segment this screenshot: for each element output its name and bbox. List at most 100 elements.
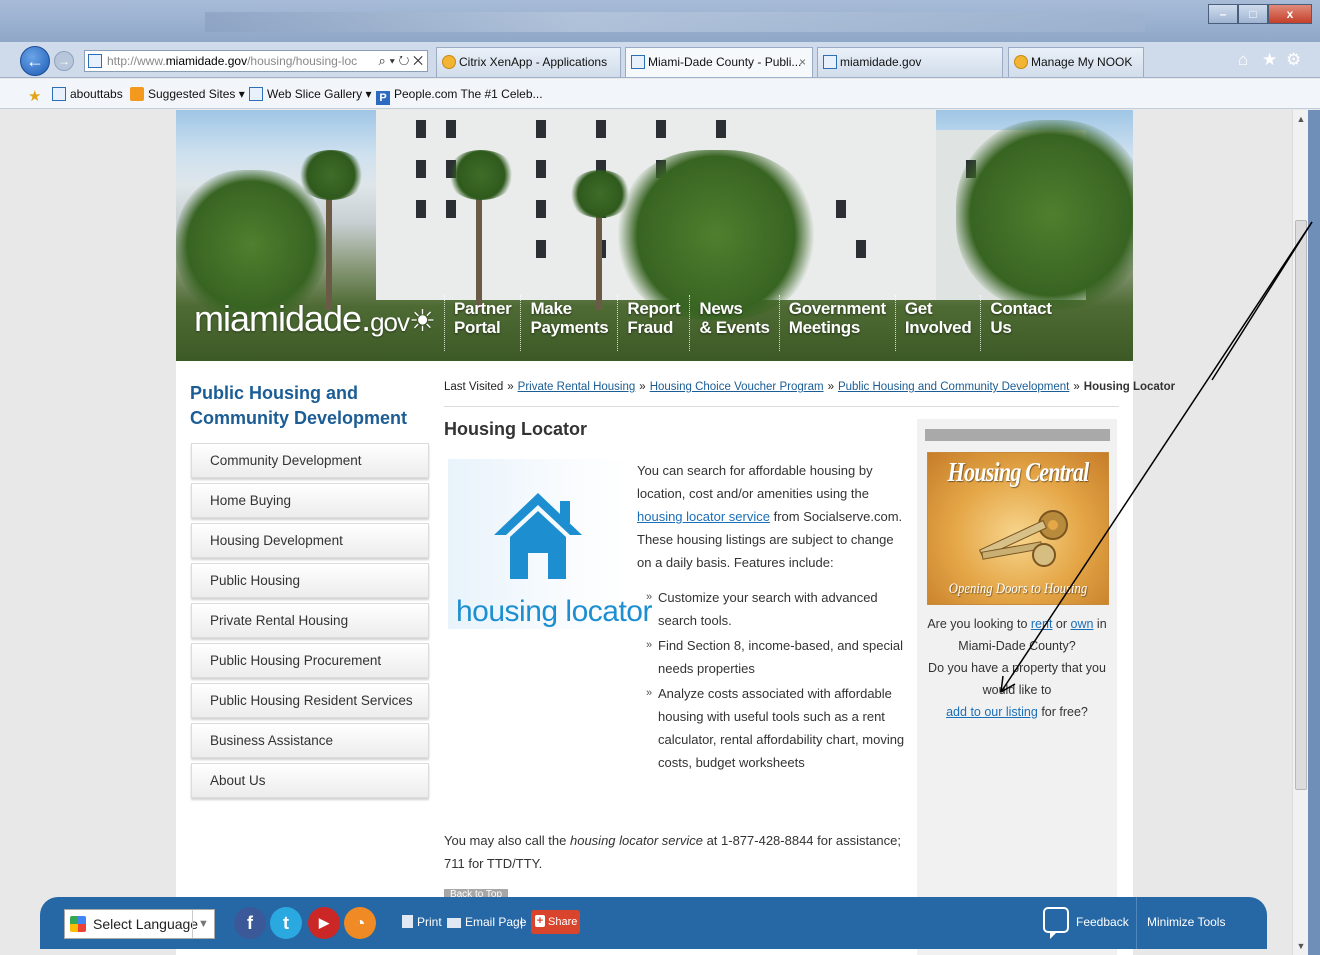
- facebook-icon[interactable]: f: [234, 907, 266, 939]
- maximize-button[interactable]: □: [1238, 4, 1268, 24]
- email-page-link[interactable]: Email Page: [447, 911, 526, 933]
- tools-divider-line: [1136, 897, 1137, 949]
- favorites-item-people[interactable]: P People.com The #1 Celeb...: [376, 79, 543, 109]
- favorites-item-suggested-sites[interactable]: Suggested Sites ▾: [130, 79, 245, 109]
- page-icon: [823, 55, 837, 69]
- tab-nook[interactable]: Manage My NOOK: [1008, 47, 1144, 77]
- window-titlebar: – □ x: [0, 0, 1320, 42]
- window-title: [205, 12, 1145, 32]
- tab-miamidade-gov[interactable]: miamidade.gov: [817, 47, 1003, 77]
- share-button[interactable]: Share: [531, 910, 580, 934]
- sidebar-item-business-assistance[interactable]: Business Assistance: [191, 723, 429, 758]
- page-icon: [88, 54, 102, 68]
- promo-header-bar: [925, 429, 1110, 441]
- rent-link[interactable]: rent: [1031, 617, 1053, 631]
- print-link[interactable]: Print: [402, 911, 442, 933]
- twitter-icon[interactable]: t: [270, 907, 302, 939]
- tab-citrix[interactable]: Citrix XenApp - Applications: [436, 47, 621, 77]
- tab-miami-dade[interactable]: Miami-Dade County - Publi... ×: [625, 47, 813, 77]
- sidebar-item-home-buying[interactable]: Home Buying: [191, 483, 429, 518]
- features-list: Customize your search with advanced sear…: [642, 586, 907, 776]
- favorites-bar: ★ abouttabs Suggested Sites ▾ Web Slice …: [0, 79, 1320, 109]
- favorites-icon[interactable]: ★: [1262, 50, 1277, 70]
- housing-central-banner[interactable]: Housing Central Opening Doors to Housing: [927, 452, 1109, 605]
- google-translate-icon: [70, 916, 86, 932]
- ie-icon: [442, 55, 456, 69]
- tools-divider: |: [520, 915, 524, 929]
- ie-icon: [249, 87, 263, 101]
- promo-text: Are you looking to rent or own in Miami-…: [927, 617, 1107, 719]
- breadcrumb-current: Housing Locator: [1083, 381, 1176, 393]
- promo-title: Housing Central: [947, 457, 1090, 487]
- home-icon[interactable]: ⌂: [1238, 50, 1248, 70]
- close-tab-icon[interactable]: ×: [799, 48, 806, 76]
- scrollbar-thumb[interactable]: [1295, 220, 1307, 790]
- address-controls[interactable]: ⌕ ▾ ↻ ✕: [374, 51, 423, 71]
- minimize-button[interactable]: –: [1208, 4, 1238, 24]
- add-favorite-icon[interactable]: ★: [28, 79, 45, 109]
- sidebar-title[interactable]: Public Housing and Community Development: [190, 381, 430, 431]
- sidebar-item-public-housing-procurement[interactable]: Public Housing Procurement: [191, 643, 429, 678]
- youtube-icon[interactable]: ▶: [308, 907, 340, 939]
- minimize-tools-button[interactable]: Minimize Tools: [1147, 911, 1225, 933]
- breadcrumb-prefix: Last Visited: [444, 381, 504, 393]
- nav-partner-portal[interactable]: Partner Portal: [444, 295, 520, 351]
- sidebar-item-about-us[interactable]: About Us: [191, 763, 429, 798]
- favorites-item-label: Web Slice Gallery ▾: [267, 87, 372, 101]
- breadcrumb-link-public-housing[interactable]: Public Housing and Community Development: [838, 381, 1069, 393]
- banner-image: miamidade.gov☀ Partner Portal Make Payment…: [176, 110, 1133, 361]
- site-logo[interactable]: miamidade.gov☀: [194, 298, 436, 340]
- scroll-down-icon[interactable]: ▼: [1293, 941, 1309, 951]
- breadcrumb-link-voucher-program[interactable]: Housing Choice Voucher Program: [650, 381, 824, 393]
- sidebar-item-private-rental-housing[interactable]: Private Rental Housing: [191, 603, 429, 638]
- sidebar-item-public-housing[interactable]: Public Housing: [191, 563, 429, 598]
- window-controls: – □ x: [1208, 4, 1312, 24]
- housing-locator-logo-text: housing locator: [456, 595, 652, 628]
- breadcrumb-link-private-rental[interactable]: Private Rental Housing: [518, 381, 636, 393]
- housing-locator-service-link[interactable]: housing locator service: [637, 509, 770, 524]
- address-bar[interactable]: http://www.miamidade.gov/housing/housing…: [84, 50, 428, 72]
- sidebar-item-community-development[interactable]: Community Development: [191, 443, 429, 478]
- email-icon: [447, 918, 461, 928]
- nav-make-payments[interactable]: Make Payments: [520, 295, 617, 351]
- nav-get-involved[interactable]: Get Involved: [894, 295, 981, 351]
- sidebar-item-housing-development[interactable]: Housing Development: [191, 523, 429, 558]
- vertical-scrollbar[interactable]: ▲ ▼: [1292, 110, 1308, 955]
- keys-icon: [978, 510, 1068, 567]
- favorites-item-abouttabs[interactable]: abouttabs: [52, 79, 123, 109]
- rss-icon[interactable]: ◔: [344, 907, 376, 939]
- browser-navigation-row: ← → http://www.miamidade.gov/housing/hou…: [0, 42, 1320, 78]
- feedback-link[interactable]: Feedback: [1076, 911, 1129, 933]
- nav-news-events[interactable]: News & Events: [689, 295, 778, 351]
- sidebar-item-resident-services[interactable]: Public Housing Resident Services: [191, 683, 429, 718]
- page-viewport: miamidade.gov☀ Partner Portal Make Payment…: [0, 110, 1320, 955]
- add-to-listing-link[interactable]: add to our listing: [946, 705, 1038, 719]
- url-domain: miamidade.gov: [165, 54, 248, 68]
- favorites-item-web-slice-gallery[interactable]: Web Slice Gallery ▾: [249, 79, 372, 109]
- housing-locator-logo[interactable]: housing locator: [448, 459, 652, 629]
- nav-contact-us[interactable]: Contact Us: [980, 295, 1060, 351]
- favorites-item-label: Suggested Sites ▾: [148, 87, 245, 101]
- scroll-up-icon[interactable]: ▲: [1293, 114, 1309, 124]
- back-button[interactable]: ←: [20, 46, 50, 76]
- site-tools-bar: Select Language ▼ f t ▶ ◔ Print Email Pa…: [40, 897, 1267, 949]
- nav-government-meetings[interactable]: Government Meetings: [778, 295, 895, 351]
- nav-report-fraud[interactable]: Report Fraud: [617, 295, 689, 351]
- logo-main: miamidade.: [194, 298, 371, 339]
- ie-icon: [1014, 55, 1028, 69]
- list-item: Analyze costs associated with affordable…: [642, 682, 907, 774]
- page-icon: [631, 55, 645, 69]
- top-navigation: Partner Portal Make Payments Report Fraud N…: [444, 295, 1061, 355]
- chevron-down-icon[interactable]: ▼: [192, 910, 214, 938]
- people-icon: P: [376, 91, 390, 105]
- forward-button[interactable]: →: [54, 51, 74, 71]
- tab-label: Manage My NOOK: [1031, 55, 1133, 69]
- close-window-button[interactable]: x: [1268, 4, 1312, 24]
- own-link[interactable]: own: [1071, 617, 1094, 631]
- ie-icon: [52, 87, 66, 101]
- select-language-dropdown[interactable]: Select Language ▼: [64, 909, 215, 939]
- gear-icon[interactable]: ⚙: [1286, 50, 1301, 70]
- feedback-icon[interactable]: [1043, 907, 1069, 939]
- sidebar-menu: Community Development Home Buying Housin…: [191, 443, 429, 803]
- favorites-item-label: People.com The #1 Celeb...: [394, 87, 543, 101]
